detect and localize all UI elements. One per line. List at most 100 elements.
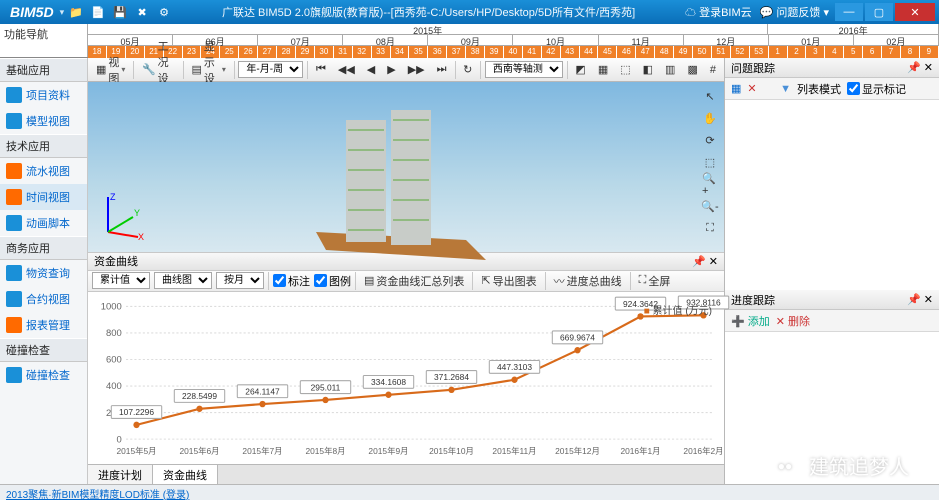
timeline-tick[interactable]: 43 — [561, 46, 580, 58]
timeline-tick[interactable]: 2 — [788, 46, 807, 58]
timeline-tick[interactable]: 46 — [617, 46, 636, 58]
refresh-icon[interactable]: ↻ — [459, 61, 476, 78]
timeline-tick[interactable]: 39 — [485, 46, 504, 58]
timeline-tick[interactable]: 49 — [674, 46, 693, 58]
timeline-tick[interactable]: 53 — [750, 46, 769, 58]
panel-close-icon[interactable]: ✕ — [709, 255, 718, 268]
play-end-icon[interactable]: ⏭ — [433, 61, 451, 78]
timeline-tick[interactable]: 3 — [806, 46, 825, 58]
timeline-tick[interactable]: 34 — [391, 46, 410, 58]
play-pause-icon[interactable]: ▶ — [383, 61, 399, 78]
issue-pin-icon[interactable]: 📌 — [907, 61, 921, 74]
tool-d-icon[interactable]: ◧ — [639, 61, 657, 78]
export-button[interactable]: ⇱ 导出图表 — [477, 271, 540, 291]
sidebar-item[interactable]: 碰撞检查 — [0, 362, 87, 388]
timeline-tick[interactable]: 37 — [447, 46, 466, 58]
funnel-icon[interactable]: ▼ — [780, 83, 791, 95]
timeline-tick[interactable]: 29 — [296, 46, 315, 58]
mode-button[interactable]: 列表模式 — [797, 81, 841, 97]
close-button[interactable]: ✕ — [895, 3, 935, 21]
zoom-window-icon[interactable]: ⬚ — [702, 154, 718, 170]
progress-pin-icon[interactable]: 📌 — [907, 293, 921, 306]
timeline-tick[interactable]: 32 — [353, 46, 372, 58]
sidebar-item[interactable]: 物资查询 — [0, 260, 87, 286]
timeline-tick[interactable]: 35 — [409, 46, 428, 58]
timeline-tick[interactable]: 31 — [334, 46, 353, 58]
timeline-tick[interactable]: 42 — [542, 46, 561, 58]
timeline-tick[interactable]: 45 — [598, 46, 617, 58]
pan-icon[interactable]: ✋ — [702, 110, 718, 126]
timeline-tick[interactable]: 33 — [372, 46, 391, 58]
label-checkbox[interactable]: 标注 — [273, 273, 310, 289]
timeline-tick[interactable]: 1 — [769, 46, 788, 58]
orient-select[interactable]: 西南等轴测 — [485, 61, 563, 78]
fullscreen-button[interactable]: ⛶ 全屏 — [635, 271, 675, 291]
timeline-tick[interactable]: 50 — [693, 46, 712, 58]
timeline-month[interactable]: 10月 — [513, 35, 598, 45]
clear-icon[interactable]: ✕ — [747, 82, 756, 95]
timeline-month[interactable]: 08月 — [343, 35, 428, 45]
timeline-tick[interactable]: 52 — [731, 46, 750, 58]
sidebar-item[interactable]: 流水视图 — [0, 158, 87, 184]
charttype-select[interactable]: 曲线图 — [154, 272, 212, 289]
sidebar-item[interactable]: 动画脚本 — [0, 210, 87, 236]
feedback-link[interactable]: 💬 问题反馈 ▾ — [760, 4, 829, 20]
sidebar-item[interactable]: 合约视图 — [0, 286, 87, 312]
timeline-tick[interactable]: 48 — [655, 46, 674, 58]
zoom-in-icon[interactable]: 🔍+ — [702, 176, 718, 192]
timeline-month[interactable]: 07月 — [258, 35, 343, 45]
play-next-icon[interactable]: ▶▶ — [404, 61, 429, 78]
timeline-tick[interactable]: 38 — [466, 46, 485, 58]
by-select[interactable]: 按月 — [216, 272, 264, 289]
cursor-icon[interactable]: ↖ — [702, 88, 718, 104]
timeline-tick[interactable]: 8 — [901, 46, 920, 58]
sidebar-item[interactable]: 项目资料 — [0, 82, 87, 108]
play-back-icon[interactable]: ◀ — [363, 61, 379, 78]
sidebar-item[interactable]: 报表管理 — [0, 312, 87, 338]
timeline-month[interactable]: 01月 — [769, 35, 854, 45]
sidebar-item[interactable]: 时间视图 — [0, 184, 87, 210]
play-prev-icon[interactable]: ◀◀ — [334, 61, 359, 78]
zoom-out-icon[interactable]: 🔍- — [702, 198, 718, 214]
new-icon[interactable]: 📄 — [90, 4, 106, 20]
open-icon[interactable]: 📁 — [68, 4, 84, 20]
tool-f-icon[interactable]: ▩ — [683, 61, 701, 78]
summary-button[interactable]: ▤ 资金曲线汇总列表 — [360, 271, 468, 291]
minimize-button[interactable]: — — [835, 3, 863, 21]
tool-a-icon[interactable]: ◩ — [571, 61, 589, 78]
panel-pin-icon[interactable]: 📌 — [692, 255, 706, 268]
3d-viewport[interactable]: Z X Y ↖ ✋ ⟳ ⬚ 🔍+ 🔍- ⛶ — [88, 82, 724, 252]
timeline-tick[interactable]: 51 — [712, 46, 731, 58]
timeline-tick[interactable]: 41 — [523, 46, 542, 58]
legend-checkbox[interactable]: 图例 — [314, 273, 351, 289]
timeline-tick[interactable]: 30 — [315, 46, 334, 58]
timeline-tick[interactable]: 4 — [825, 46, 844, 58]
tool-c-icon[interactable]: ⬚ — [616, 61, 634, 78]
save-icon[interactable]: 💾 — [112, 4, 128, 20]
tool-b-icon[interactable]: ▦ — [594, 61, 612, 78]
timeline-tick[interactable]: 27 — [258, 46, 277, 58]
tool-g-icon[interactable]: # — [706, 62, 720, 78]
progress-close-icon[interactable]: ✕ — [924, 293, 933, 306]
play-start-icon[interactable]: ⏮ — [312, 61, 330, 78]
tab-progress[interactable]: 进度计划 — [88, 465, 153, 484]
timeline-month[interactable]: 11月 — [599, 35, 684, 45]
orbit-icon[interactable]: ⟳ — [702, 132, 718, 148]
fit-icon[interactable]: ⛶ — [702, 220, 718, 236]
timeline-month[interactable]: 12月 — [684, 35, 769, 45]
timeline-tick[interactable]: 36 — [428, 46, 447, 58]
timeline-tick[interactable]: 9 — [920, 46, 939, 58]
period-select[interactable]: 年-月-周 — [238, 61, 303, 78]
timeline-tick[interactable]: 44 — [580, 46, 599, 58]
maximize-button[interactable]: ▢ — [865, 3, 893, 21]
metric-select[interactable]: 累计值 — [92, 272, 150, 289]
tool-icon[interactable]: ✖ — [134, 4, 150, 20]
timeline-month[interactable]: 02月 — [854, 35, 939, 45]
timeline-tick[interactable]: 40 — [504, 46, 523, 58]
timeline-tick[interactable]: 47 — [636, 46, 655, 58]
timeline-tick[interactable]: 28 — [277, 46, 296, 58]
timeline-tick[interactable]: 7 — [882, 46, 901, 58]
progress-button[interactable]: 〰 进度总曲线 — [550, 271, 626, 291]
status-bar[interactable]: 2013聚焦·新BIM模型精度LOD标准 (登录) — [0, 484, 939, 500]
mark-checkbox[interactable]: 显示标记 — [847, 81, 906, 97]
